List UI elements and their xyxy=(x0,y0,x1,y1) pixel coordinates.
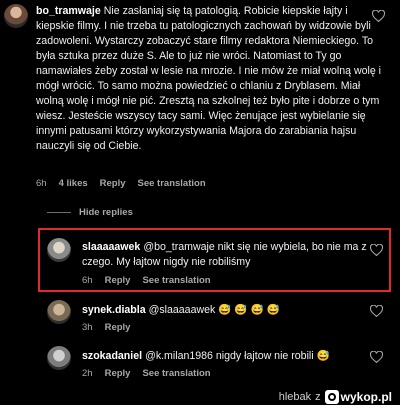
divider-line xyxy=(47,212,71,213)
reply-button[interactable]: Reply xyxy=(100,178,126,189)
comment-time: 6h xyxy=(82,275,93,286)
reply-meta: 3h Reply xyxy=(82,322,130,333)
hide-replies-label: Hide replies xyxy=(79,207,133,218)
comment-main-text: Nie zasłaniaj się tą patologią. Robicie … xyxy=(36,5,382,152)
heart-icon[interactable] xyxy=(370,351,383,363)
reply-button[interactable]: Reply xyxy=(105,275,131,286)
reply-meta: 6h Reply See translation xyxy=(82,275,211,286)
hide-replies-button[interactable]: Hide replies xyxy=(47,207,133,218)
reply-meta: 2h Reply See translation xyxy=(82,368,211,379)
footer-credit: hlebak z wykop.pl xyxy=(279,390,392,404)
comment-main: bo_tramwaje Nie zasłaniaj się tą patologi… xyxy=(36,4,386,154)
reply-button[interactable]: Reply xyxy=(105,322,131,333)
reply-slaaaaawek: slaaaaawek @bo_tramwaje nikt się nie wybi… xyxy=(82,240,382,270)
footer-site: wykop.pl xyxy=(340,390,392,404)
see-translation-button[interactable]: See translation xyxy=(142,275,210,286)
avatar-synek-diabla[interactable] xyxy=(47,300,71,324)
reply-button[interactable]: Reply xyxy=(105,368,131,379)
footer-bar: hlebak z wykop.pl xyxy=(0,388,400,405)
heart-icon[interactable] xyxy=(372,10,385,22)
wykop-logo-icon xyxy=(324,390,339,404)
reply-synek-diabla: synek.diabla @slaaaaawek 😅 😅 😅 😅 xyxy=(82,303,382,318)
avatar-szokadaniel[interactable] xyxy=(47,346,71,370)
heart-icon[interactable] xyxy=(370,244,383,256)
username-synek-diabla[interactable]: synek.diabla xyxy=(82,304,146,316)
reply-text: @slaaaaawek 😅 😅 😅 😅 xyxy=(148,304,280,316)
comments-panel: bo_tramwaje Nie zasłaniaj się tą patologi… xyxy=(0,0,400,388)
comment-main-meta: 6h 4 likes Reply See translation xyxy=(36,178,206,189)
reply-text: @k.milan1986 nigdy łajtow nie robili 😅 xyxy=(145,350,330,362)
likes-count[interactable]: 4 likes xyxy=(59,178,88,189)
reply-szokadaniel: szokadaniel @k.milan1986 nigdy łajtow nie… xyxy=(82,349,382,364)
comment-time: 6h xyxy=(36,178,47,189)
footer-separator: z xyxy=(315,391,321,403)
see-translation-button[interactable]: See translation xyxy=(138,178,206,189)
heart-icon[interactable] xyxy=(370,305,383,317)
avatar-bo-tramwaje[interactable] xyxy=(4,4,28,28)
username-bo-tramwaje[interactable]: bo_tramwaje xyxy=(36,5,101,17)
wykop-logo: wykop.pl xyxy=(324,390,392,404)
avatar-slaaaaawek[interactable] xyxy=(47,238,71,262)
comment-time: 3h xyxy=(82,322,93,333)
see-translation-button[interactable]: See translation xyxy=(142,368,210,379)
comment-time: 2h xyxy=(82,368,93,379)
username-szokadaniel[interactable]: szokadaniel xyxy=(82,350,142,362)
footer-author: hlebak xyxy=(278,391,312,403)
username-slaaaaawek[interactable]: slaaaaawek xyxy=(82,241,140,253)
